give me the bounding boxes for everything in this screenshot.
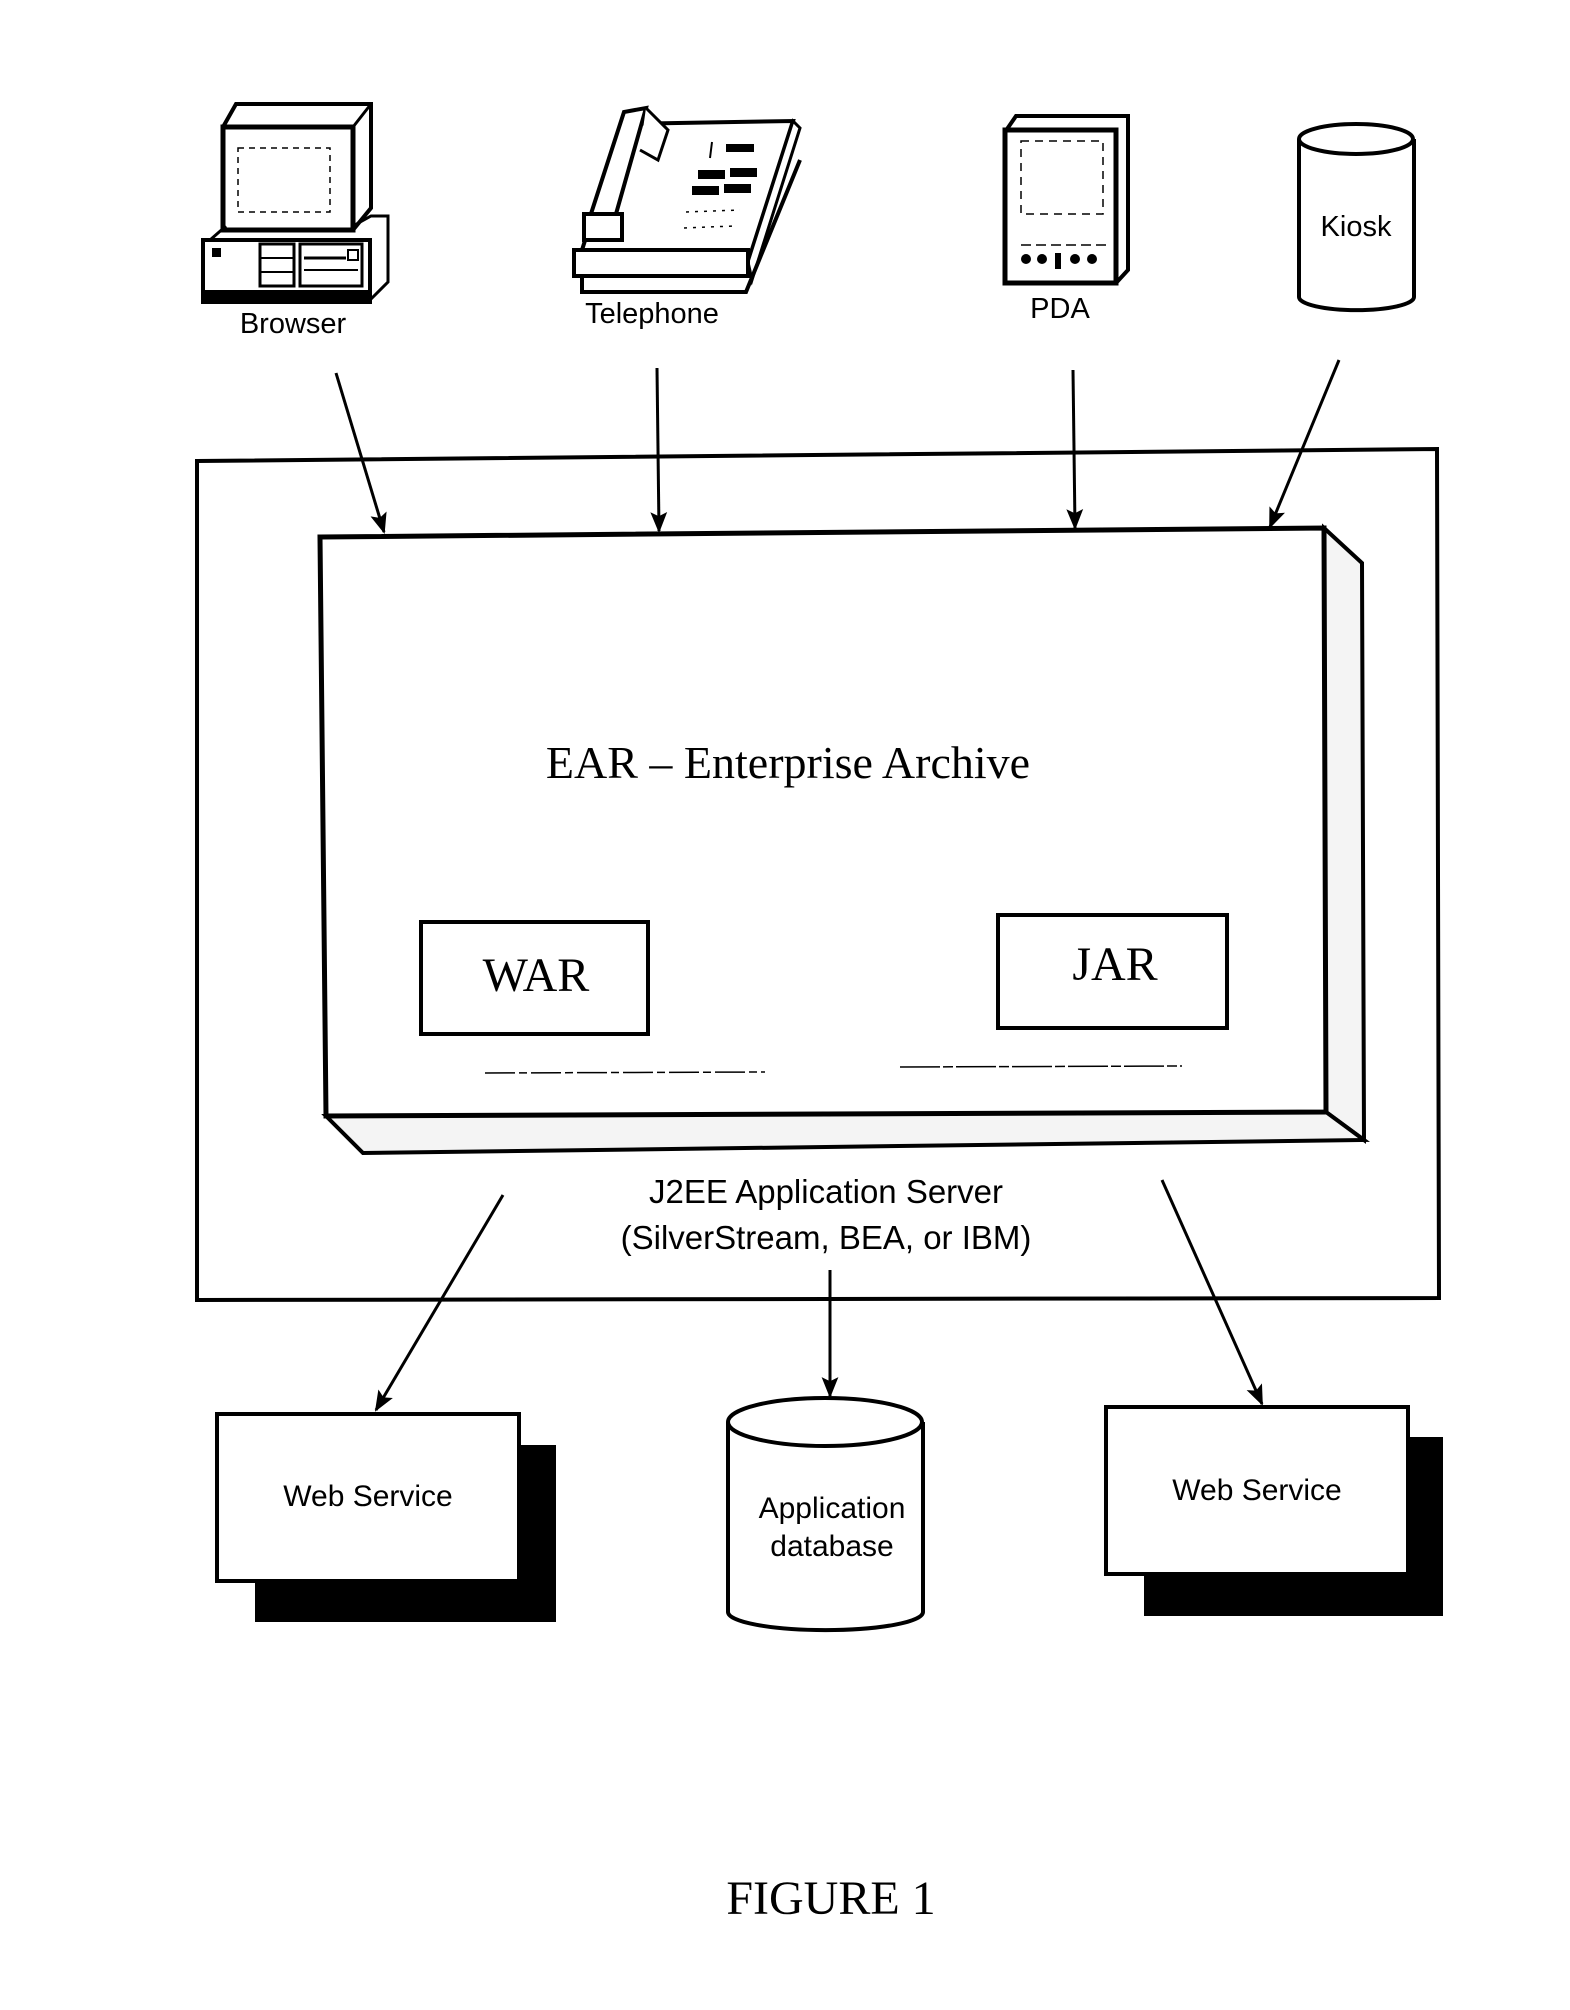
kiosk-client: Kiosk [1297, 122, 1416, 313]
client-label-kiosk: Kiosk [1321, 211, 1392, 243]
pda-client: PDA [1002, 114, 1130, 325]
jar-label: JAR [1072, 938, 1157, 991]
client-label-pda: PDA [1030, 293, 1090, 325]
database-label-line2: database [770, 1530, 893, 1563]
desktop-computer-icon [201, 102, 390, 304]
database-label-line1: Application [759, 1492, 906, 1525]
ear-title: EAR – Enterprise Archive [546, 737, 1030, 788]
browser-client: Browser [201, 102, 390, 340]
ear-container: EAR – Enterprise Archive WAR JAR [317, 523, 1370, 1156]
web-service-left-label: Web Service [283, 1480, 453, 1513]
application-database: Application database [726, 1396, 925, 1633]
arrow-kiosk-to-ear [1268, 359, 1341, 529]
pda-handheld-icon [1002, 114, 1130, 286]
arrow-server-to-web-service-left [374, 1194, 505, 1412]
client-arrows [334, 359, 1341, 535]
jar-module: JAR [996, 913, 1229, 1030]
figure-caption: FIGURE 1 [726, 1872, 935, 1925]
server-title: J2EE Application Server [649, 1173, 1003, 1210]
war-label: WAR [483, 949, 590, 1002]
arrow-pda-to-ear [1066, 369, 1084, 531]
arrow-server-to-web-service-right [1160, 1179, 1264, 1406]
web-service-right: Web Service [1104, 1405, 1443, 1616]
arrow-browser-to-ear [334, 372, 387, 535]
backend-arrows [374, 1179, 1264, 1412]
arrow-telephone-to-ear [650, 367, 668, 534]
client-label-browser: Browser [240, 308, 347, 340]
web-service-right-label: Web Service [1172, 1474, 1342, 1507]
telephone-client: Telephone [572, 105, 802, 330]
architecture-diagram: Browser Telephone PDA Kiosk EAR – Enterp… [195, 102, 1443, 1925]
client-label-telephone: Telephone [585, 298, 719, 330]
web-service-left: Web Service [215, 1412, 556, 1622]
war-module: WAR [419, 920, 650, 1036]
desk-telephone-icon [572, 105, 802, 294]
server-vendors: (SilverStream, BEA, or IBM) [621, 1219, 1032, 1256]
